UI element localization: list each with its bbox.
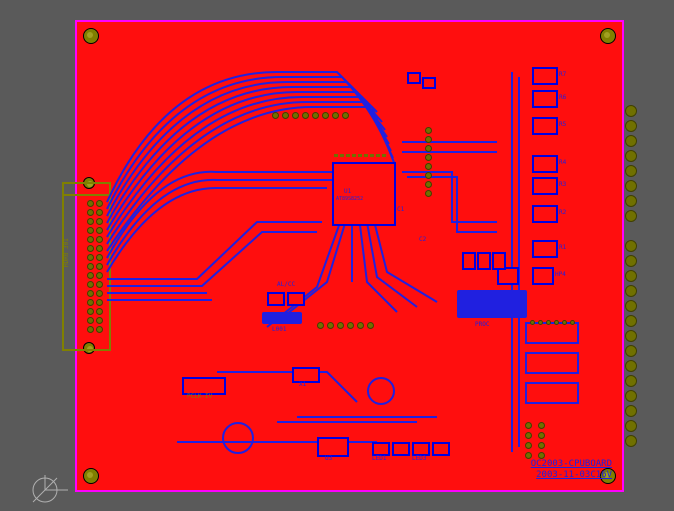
c-mid-3[interactable]	[492, 252, 506, 270]
comp-r5[interactable]	[532, 117, 558, 135]
c-top-2[interactable]	[422, 77, 436, 89]
mounting-hole-bl	[83, 468, 99, 484]
led3[interactable]	[412, 442, 430, 456]
led2[interactable]	[392, 442, 410, 456]
mounting-hole-tr	[600, 28, 616, 44]
proc-label: PROC	[475, 322, 489, 328]
dip-2[interactable]	[525, 352, 579, 374]
header-row-top	[272, 112, 349, 119]
c2-label: C2	[419, 237, 426, 243]
ic-array-right[interactable]	[457, 290, 527, 318]
ic-mid-1[interactable]	[262, 312, 302, 324]
r3-label: R3	[559, 182, 566, 188]
proc-footer-label: PCLK-IV	[187, 394, 212, 400]
dip-1[interactable]	[525, 322, 579, 344]
main-ic-u1[interactable]: U1 AT89S8252	[332, 162, 396, 226]
connector-left-label: HDR0 30I	[64, 238, 70, 267]
x1-label: X1	[299, 382, 306, 388]
comp-r1[interactable]	[532, 240, 558, 258]
comp-r7[interactable]	[532, 67, 558, 85]
pcb-board[interactable]: HDR0 30I /*pads*/	[75, 20, 624, 492]
ic-pads-top	[334, 154, 386, 157]
smd-2[interactable]	[287, 292, 305, 306]
smd-1[interactable]	[267, 292, 285, 306]
hp4-label: HP4	[555, 272, 566, 278]
r7-label: R7	[559, 72, 566, 78]
pad-row-mid	[317, 322, 374, 329]
cap-c1[interactable]	[222, 422, 254, 454]
comp-r3[interactable]	[532, 177, 558, 195]
board-date: 2003-11-03C16V	[531, 470, 612, 482]
c-top-1[interactable]	[407, 72, 421, 84]
comp-r4[interactable]	[532, 155, 558, 173]
ic-u3[interactable]	[317, 437, 349, 457]
reg-label: L001	[272, 327, 286, 333]
mounting-hole-tl	[83, 28, 99, 44]
c1-label: C1	[397, 207, 404, 213]
r5-label: R5	[559, 122, 566, 128]
c-mid-1[interactable]	[462, 252, 476, 270]
header-col-mid	[425, 127, 432, 197]
main-ic-refdes: U1	[344, 189, 351, 195]
r2-label: R2	[559, 210, 566, 216]
comp-r6[interactable]	[532, 90, 558, 108]
led3-label: LED3	[412, 456, 426, 462]
dip-3[interactable]	[525, 382, 579, 404]
area-label: AL/CC	[277, 282, 295, 288]
hp-box-2[interactable]	[532, 267, 554, 285]
main-ic-part: AT89S8252	[336, 197, 363, 202]
cap-c2[interactable]	[367, 377, 395, 405]
header-pads-left	[87, 200, 104, 334]
r4-label: R4	[559, 160, 566, 166]
c-mid-2[interactable]	[477, 252, 491, 270]
comp-r2[interactable]	[532, 205, 558, 223]
r1-label: R1	[559, 245, 566, 251]
led1[interactable]	[372, 442, 390, 456]
led1-label: LED1	[372, 456, 386, 462]
header-2x4[interactable]	[525, 422, 548, 459]
board-name: OC2003-CPUBOARD	[531, 459, 612, 471]
led4[interactable]	[432, 442, 450, 456]
title-block: OC2003-CPUBOARD 2003-11-03C16V	[531, 459, 612, 482]
u3-label: U3	[325, 456, 332, 462]
crystal-x1[interactable]	[292, 367, 320, 383]
r6-label: R6	[559, 95, 566, 101]
ucs-origin-icon	[30, 475, 60, 505]
connector-right[interactable]	[622, 102, 639, 472]
